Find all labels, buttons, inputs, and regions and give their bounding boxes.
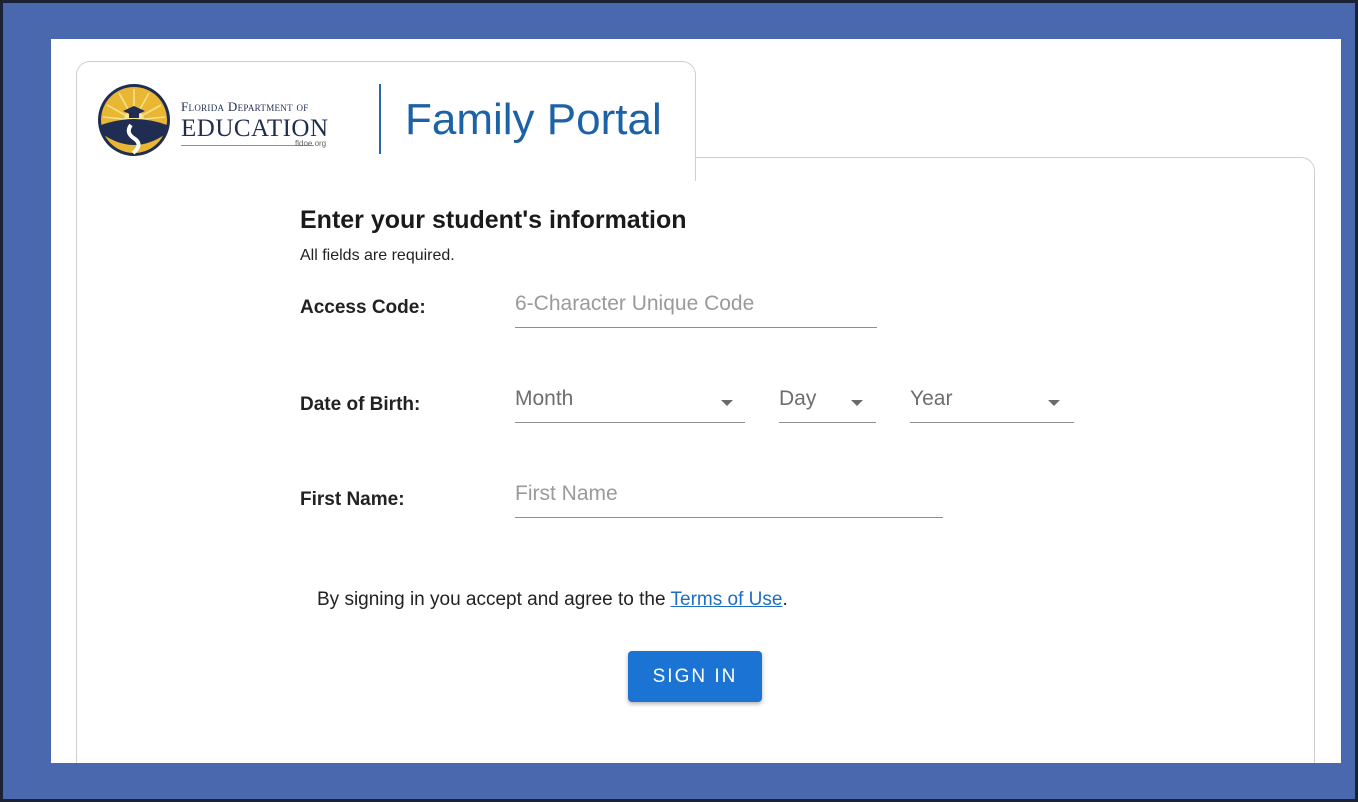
access-code-input[interactable] (515, 289, 877, 319)
dob-month-select[interactable]: Month (515, 387, 745, 423)
access-code-field (515, 289, 877, 328)
dob-year-select[interactable]: Year (910, 387, 1074, 423)
chevron-down-icon (1048, 400, 1060, 406)
dob-year-value: Year (910, 387, 953, 410)
florida-doe-seal-icon (98, 84, 170, 156)
terms-suffix-text: . (782, 589, 788, 610)
terms-prefix-text: By signing in you accept and agree to th… (317, 589, 671, 610)
terms-notice: By signing in you accept and agree to th… (317, 589, 788, 611)
chevron-down-icon (721, 400, 733, 406)
dob-day-value: Day (779, 387, 817, 410)
access-code-label: Access Code: (300, 297, 426, 318)
page-title: Family Portal (405, 95, 662, 144)
logo-rule (181, 145, 313, 146)
dob-month-value: Month (515, 387, 574, 410)
logo-site-text: fldoe.org (295, 139, 327, 148)
first-name-label: First Name: (300, 489, 405, 510)
logo-department-text: Florida Department of (181, 99, 309, 114)
dob-day-select[interactable]: Day (779, 387, 876, 423)
browser-viewport: Florida Department of EDUCATION fldoe.or… (51, 39, 1341, 763)
first-name-input[interactable] (515, 479, 943, 509)
dob-label: Date of Birth: (300, 394, 421, 415)
first-name-field (515, 479, 943, 518)
form-required-note: All fields are required. (300, 247, 455, 264)
terms-of-use-link[interactable]: Terms of Use (671, 589, 783, 610)
sign-in-button[interactable]: SIGN IN (628, 651, 762, 702)
form-heading: Enter your student's information (300, 206, 687, 234)
logo-divider (379, 84, 381, 154)
chevron-down-icon (851, 400, 863, 406)
